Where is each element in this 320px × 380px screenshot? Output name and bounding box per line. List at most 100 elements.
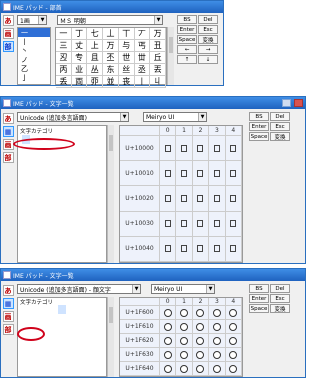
emoji-cell[interactable] (225, 348, 242, 362)
tree-item[interactable]: Unicode (15 面) (98, 305, 106, 314)
stroke-count-mode-icon[interactable]: 画 (2, 28, 14, 39)
emoji-cell[interactable] (176, 334, 193, 348)
kanji-cell[interactable]: 丧 (118, 76, 135, 88)
kanji-cell[interactable]: 东 (103, 64, 119, 76)
radical-item[interactable]: 丨 (18, 37, 50, 46)
key-button[interactable]: Esc (270, 294, 290, 303)
kanji-cell[interactable]: 丙 (56, 64, 72, 76)
key-button[interactable]: 変換 (198, 35, 218, 44)
char-cell[interactable] (209, 236, 226, 262)
emoji-cell[interactable] (176, 320, 193, 334)
kanji-scrollbar[interactable] (167, 27, 174, 85)
kanji-cell[interactable]: 丢 (56, 76, 72, 88)
char-cell[interactable] (160, 211, 177, 237)
kanji-grid[interactable]: 一丁七丄丅丆万三丈上万与丐丑丒专且丕世丗丘丙业丛东丝丞丟丢両丣並丧丨丩 (55, 27, 167, 88)
emoji-cell[interactable] (209, 334, 226, 348)
char-cell[interactable] (192, 236, 210, 262)
radical-item[interactable]: 丶 (18, 46, 50, 55)
radical-mode-icon[interactable]: 部 (2, 324, 14, 335)
key-button[interactable]: Esc (198, 25, 218, 34)
emoji-cell[interactable] (160, 320, 177, 334)
emoji-cell[interactable] (176, 348, 193, 362)
key-button[interactable]: ← (177, 45, 197, 54)
kanji-cell[interactable]: 丐 (134, 40, 151, 52)
char-cell[interactable] (192, 186, 210, 212)
key-button[interactable]: Del (270, 112, 290, 121)
emoji-cell[interactable] (192, 334, 210, 348)
kanji-cell[interactable]: 丑 (150, 40, 166, 52)
emoji-cell[interactable] (209, 320, 226, 334)
kanji-cell[interactable]: 丆 (134, 28, 151, 40)
key-button[interactable]: Enter (249, 122, 269, 131)
kanji-cell[interactable]: 丘 (150, 52, 166, 64)
char-cell[interactable] (225, 236, 242, 262)
radical-item[interactable]: 一 (18, 28, 50, 37)
close-button[interactable] (294, 99, 303, 107)
kanji-cell[interactable]: 丞 (134, 64, 151, 76)
font-select[interactable]: Meiryo UI ▼ (143, 112, 207, 122)
char-cell[interactable] (176, 186, 193, 212)
emoji-cell[interactable] (160, 334, 177, 348)
kanji-cell[interactable]: 丒 (56, 52, 72, 64)
key-button[interactable]: Space (177, 35, 197, 44)
font-select[interactable]: Meiryo UI ▼ (151, 284, 215, 294)
kanji-cell[interactable]: 丣 (87, 76, 104, 88)
tree-item[interactable]: その他の記号/絵文字 (48, 305, 56, 314)
char-list-mode-icon[interactable]: ▦ (2, 298, 14, 309)
char-cell[interactable] (209, 211, 226, 237)
tree-item[interactable]: リュキア文字 (92, 135, 100, 144)
kanji-cell[interactable]: 両 (71, 76, 88, 88)
key-button[interactable]: 変換 (270, 132, 290, 141)
kanji-cell[interactable]: 丕 (103, 52, 119, 64)
emoji-cell[interactable] (209, 348, 226, 362)
char-cell[interactable] (160, 136, 177, 162)
kanji-cell[interactable]: 丗 (134, 52, 151, 64)
kanji-cell[interactable]: 上 (87, 40, 104, 52)
kanji-cell[interactable]: 一 (56, 28, 72, 40)
key-button[interactable]: Esc (270, 122, 290, 131)
kanji-cell[interactable]: 丄 (103, 28, 119, 40)
char-cell[interactable] (209, 186, 226, 212)
emoji-cell[interactable] (192, 320, 210, 334)
key-button[interactable]: BS (177, 15, 197, 24)
kanji-cell[interactable]: 万 (150, 28, 166, 40)
key-button[interactable]: BS (249, 112, 269, 121)
char-cell[interactable] (176, 211, 193, 237)
key-button[interactable]: Del (270, 284, 290, 293)
char-cell[interactable] (225, 211, 242, 237)
stroke-count-mode-icon[interactable]: 画 (2, 311, 14, 322)
emoji-cell[interactable] (160, 362, 177, 376)
kanji-cell[interactable]: 丈 (71, 40, 88, 52)
kanji-cell[interactable]: 丅 (118, 28, 135, 40)
emoji-cell[interactable] (225, 306, 242, 320)
key-button[interactable]: Del (198, 15, 218, 24)
tree-item[interactable]: トランプ (18, 305, 26, 314)
tree-item[interactable]: Unicode (追加特殊用途面) (88, 305, 96, 314)
radical-list[interactable]: 一丨丶ノ乙亅 (17, 27, 51, 85)
tree-item[interactable]: 錬金術記号 (78, 305, 86, 314)
char-cell[interactable] (225, 136, 242, 162)
char-cell[interactable] (209, 136, 226, 162)
handwriting-mode-icon[interactable]: あ (2, 113, 14, 124)
kanji-cell[interactable]: 丛 (87, 64, 104, 76)
char-cell[interactable] (225, 161, 242, 187)
kanji-cell[interactable]: 三 (56, 40, 72, 52)
emoji-cell[interactable] (209, 306, 226, 320)
emoji-cell[interactable] (192, 306, 210, 320)
key-button[interactable]: Space (249, 304, 269, 313)
emoji-cell[interactable] (192, 348, 210, 362)
key-button[interactable]: Enter (177, 25, 197, 34)
kanji-cell[interactable]: 丨 (134, 76, 151, 88)
tree-item[interactable]: ファイストス円盤文字 (82, 135, 90, 144)
kanji-cell[interactable]: 丩 (150, 76, 166, 88)
kanji-cell[interactable]: 专 (71, 52, 88, 64)
char-cell[interactable] (192, 161, 210, 187)
tree-item[interactable]: 囲み英数字補助 (38, 305, 46, 314)
emoji-cell[interactable] (176, 306, 193, 320)
char-cell[interactable] (192, 211, 210, 237)
stroke-count-mode-icon[interactable]: 画 (2, 139, 14, 150)
radical-item[interactable]: 乙 (18, 64, 50, 73)
kanji-cell[interactable]: 万 (103, 40, 119, 52)
char-cell[interactable] (160, 236, 177, 262)
emoji-cell[interactable] (209, 362, 226, 376)
